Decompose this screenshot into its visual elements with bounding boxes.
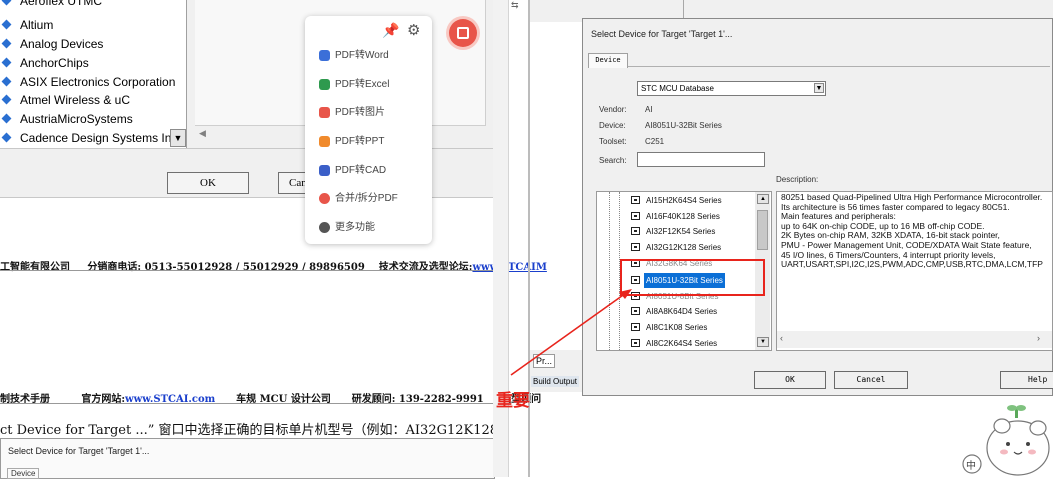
dock-icon[interactable]: ⇆ (511, 0, 519, 11)
scroll-left-icon[interactable]: ◀ (199, 128, 206, 139)
sticker-label: 中 (966, 461, 976, 472)
doc-divider (0, 270, 493, 271)
dialog-title: Select Device for Target 'Target 1'... (591, 29, 733, 39)
pdf-tools-menu: PDF转Word PDF转Excel PDF转图片 PDF转PPT PDF转CA… (305, 16, 432, 244)
chip-icon (631, 339, 640, 347)
tab-build-output[interactable]: Build Output (531, 376, 580, 387)
doc-divider (0, 403, 493, 404)
device-label: Device: (599, 121, 626, 130)
pdf-app-icon[interactable] (449, 19, 477, 47)
description-label: Description: (776, 175, 819, 184)
scroll-down-icon[interactable]: ▼ (757, 337, 769, 347)
vendor-diamond-icon (1, 0, 12, 6)
merge-split-icon (319, 193, 330, 204)
chip-icon (631, 323, 640, 331)
image-icon (319, 107, 330, 118)
device-value: AI8051U-32Bit Series (645, 121, 722, 130)
toolset-label: Toolset: (599, 137, 627, 146)
cancel-button[interactable]: Cancel (834, 371, 908, 389)
cad-icon (319, 165, 330, 176)
word-icon (319, 50, 330, 61)
scroll-right-icon[interactable]: › (1037, 333, 1040, 343)
vendor-diamond-icon (1, 132, 12, 143)
tab-device[interactable]: Device (588, 53, 628, 68)
description-horizontal-scrollbar[interactable] (777, 331, 1052, 348)
tab-divider (588, 66, 1050, 67)
document-icon (457, 27, 469, 39)
vendor-diamond-icon (1, 94, 12, 105)
chip-icon (631, 212, 640, 220)
vendor-diamond-icon (1, 57, 12, 68)
chip-icon (631, 227, 640, 235)
vendor-label: Vendor: (599, 105, 627, 114)
doc-instruction-text: ct Device for Target ...” 窗口中选择正确的目标单片机型… (0, 423, 512, 438)
scroll-up-icon[interactable]: ▲ (757, 194, 769, 204)
vendor-scroll-down-button[interactable]: ▼ (170, 129, 186, 147)
left-horizontal-scrollbar[interactable] (195, 126, 305, 146)
vendor-list[interactable]: Aeroflex UTMC Altium Analog Devices Anch… (0, 0, 187, 148)
help-button[interactable]: Help (1000, 371, 1053, 389)
vendor-diamond-icon (1, 76, 12, 87)
tab-project[interactable]: Pr... (533, 354, 556, 368)
chip-icon (631, 196, 640, 204)
toolset-value: C251 (645, 137, 665, 146)
forum-link[interactable]: www.STCAIM (472, 262, 546, 273)
tree-guide (609, 192, 610, 350)
search-input[interactable] (637, 152, 765, 167)
vendor-diamond-icon (1, 38, 12, 49)
chip-icon (631, 243, 640, 251)
doc-dialog-screenshot (0, 438, 495, 479)
vendor-diamond-icon (1, 19, 12, 30)
highlight-box (620, 259, 765, 296)
gear-icon[interactable]: ⚙ (407, 21, 420, 39)
left-ok-button[interactable]: OK (167, 172, 249, 194)
description-text: 80251 based Quad-Pipelined Ultra High Pe… (781, 192, 1043, 270)
ppt-icon (319, 136, 330, 147)
scroll-thumb[interactable] (757, 210, 768, 250)
database-select[interactable]: STC MCU Database (637, 81, 826, 96)
pin-icon[interactable]: 📌 (382, 22, 399, 39)
more-icon (319, 222, 330, 233)
vendor-value: AI (645, 105, 653, 114)
excel-icon (319, 79, 330, 90)
search-label: Search: (599, 156, 627, 165)
annotation-label: 重要 (496, 391, 530, 411)
scroll-left-icon[interactable]: ‹ (780, 333, 783, 343)
chip-icon (631, 307, 640, 315)
ok-button[interactable]: OK (754, 371, 826, 389)
chevron-down-icon[interactable]: ▼ (814, 83, 824, 93)
doc-dialog-tab: Device (7, 468, 40, 479)
vendor-diamond-icon (1, 113, 12, 124)
doc-dialog-title: Select Device for Target 'Target 1'... (8, 446, 150, 456)
